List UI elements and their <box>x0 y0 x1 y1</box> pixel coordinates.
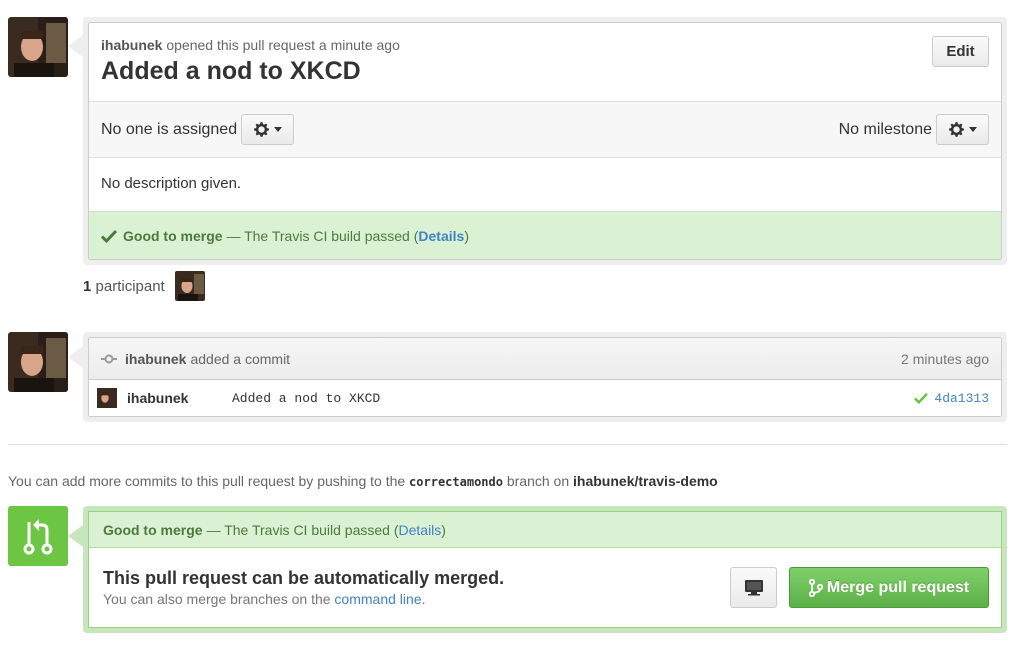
pull-request-meta: ihabunek opened this pull request a minu… <box>101 37 989 53</box>
merge-pull-request-button[interactable]: Merge pull request <box>789 567 989 608</box>
milestone-gear-button[interactable] <box>936 114 989 145</box>
commit-message[interactable]: Added a nod to XKCD <box>232 391 380 406</box>
commit-author[interactable]: ihabunek <box>127 390 232 406</box>
gear-icon <box>254 122 270 137</box>
divider <box>8 444 1007 445</box>
command-line-instructions-button[interactable] <box>730 567 777 608</box>
monitor-icon <box>744 580 763 596</box>
merge-details-link[interactable]: Details <box>399 522 442 538</box>
status-close: ) <box>464 227 469 244</box>
merge-sub-suffix: . <box>421 591 426 607</box>
gear-icon <box>949 122 964 137</box>
merge-status-close: ) <box>441 521 446 538</box>
merge-button-label[interactable]: Merge pull request <box>827 579 969 597</box>
chevron-down-icon <box>969 127 977 132</box>
bubble-arrow <box>68 346 83 368</box>
avatar[interactable] <box>8 17 68 77</box>
commit-time: 2 minutes ago <box>901 350 989 367</box>
commit-icon <box>101 354 117 363</box>
pull-request-header: ihabunek opened this pull request a minu… <box>89 23 1001 101</box>
merge-status-label: Good to merge <box>103 521 203 538</box>
milestone-text: No milestone <box>838 120 932 138</box>
chevron-down-icon <box>274 127 283 132</box>
command-line-link[interactable]: command line <box>334 591 421 607</box>
merge-arrow <box>68 525 83 547</box>
commit-sha-link[interactable]: 4da1313 <box>934 391 989 406</box>
commit-action: added a commit <box>190 350 291 367</box>
commit-avatar[interactable] <box>97 388 117 408</box>
merge-body: This pull request can be automatically m… <box>89 548 1001 628</box>
page-title: Added a nod to XKCD <box>101 57 361 85</box>
details-link[interactable]: Details <box>418 228 464 244</box>
commit-bubble: ihabunek added a commit 2 minutes ago ih… <box>83 332 1007 422</box>
commit-header: ihabunek added a commit 2 minutes ago <box>89 338 1001 380</box>
commit-author-link[interactable]: ihabunek <box>125 351 186 367</box>
author-link[interactable]: ihabunek <box>101 37 162 53</box>
check-icon <box>101 229 117 243</box>
check-icon <box>914 392 929 404</box>
bubble-arrow <box>68 35 83 57</box>
merge-box: Good to merge — The Travis CI build pass… <box>83 506 1007 633</box>
merge-status-text: — The Travis CI build passed ( <box>206 521 399 538</box>
merge-status-bar: Good to merge — The Travis CI build pass… <box>89 512 1001 548</box>
push-note-middle: branch on <box>506 473 570 489</box>
participant-label: participant <box>95 277 165 295</box>
repo-link[interactable]: ihabunek/travis-demo <box>573 473 718 489</box>
participant-count: 1 <box>83 277 92 295</box>
status-text: — The Travis CI build passed ( <box>226 227 419 244</box>
branch-icon <box>808 578 823 597</box>
participant-avatar[interactable] <box>174 271 205 301</box>
merge-sub-prefix: You can also merge branches on the <box>103 591 331 607</box>
commit-row: ihabunek Added a nod to XKCD 4da1313 <box>89 380 1001 416</box>
participants: 1 participant <box>83 271 205 301</box>
build-status-bar: Good to merge — The Travis CI build pass… <box>89 211 1001 259</box>
assignee-text: No one is assigned <box>101 120 238 138</box>
assignee-gear-button[interactable] <box>241 114 295 145</box>
edit-button[interactable]: Edit <box>932 36 989 67</box>
pull-request-description: No description given. <box>101 175 242 192</box>
pull-request-bubble: ihabunek opened this pull request a minu… <box>83 17 1007 265</box>
status-label: Good to merge <box>123 227 223 244</box>
push-note-prefix: You can add more commits to this pull re… <box>8 473 406 489</box>
assignment-bar: No one is assigned No milestone <box>89 101 1001 158</box>
opened-text: opened this pull request a minute ago <box>166 37 400 53</box>
merge-icon <box>8 506 68 566</box>
avatar[interactable] <box>8 332 68 392</box>
branch-name: correctamondo <box>409 475 503 489</box>
push-note: You can add more commits to this pull re… <box>8 473 718 489</box>
